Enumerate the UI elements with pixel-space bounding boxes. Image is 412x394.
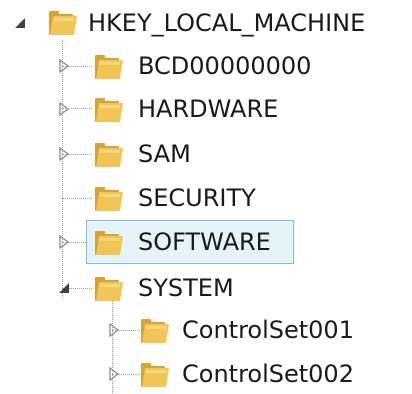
tree-node-controlset002[interactable]: ControlSet002 [0, 354, 412, 394]
folder-icon [48, 8, 78, 36]
folder-icon [94, 52, 124, 80]
tree-node-hkey-local-machine[interactable]: HKEY_LOCAL_MACHINE [0, 3, 412, 43]
collapsed-arrow-icon[interactable] [56, 146, 72, 162]
tree-node-label: SECURITY [138, 184, 256, 212]
tree-node-label: HARDWARE [138, 95, 279, 123]
folder-icon [94, 140, 124, 168]
tree-node-controlset001[interactable]: ControlSet001 [0, 310, 412, 350]
tree-node-software[interactable]: SOFTWARE [0, 222, 412, 262]
folder-icon [94, 184, 124, 212]
folder-icon [94, 228, 124, 256]
tree-node-hardware[interactable]: HARDWARE [0, 89, 412, 129]
tree-node-label: ControlSet002 [182, 360, 354, 388]
collapsed-arrow-icon[interactable] [56, 234, 72, 250]
tree-node-bcd00000000[interactable]: BCD00000000 [0, 46, 412, 86]
tree-node-label: ControlSet001 [182, 316, 354, 344]
folder-icon [140, 360, 170, 388]
collapsed-arrow-icon[interactable] [56, 58, 72, 74]
expanded-arrow-icon[interactable] [12, 15, 28, 31]
collapsed-arrow-icon[interactable] [56, 101, 72, 117]
folder-icon [94, 95, 124, 123]
tree-node-label: BCD00000000 [138, 52, 312, 80]
tree-node-label: SYSTEM [138, 274, 234, 302]
collapsed-arrow-icon[interactable] [106, 322, 122, 338]
tree-node-label: HKEY_LOCAL_MACHINE [88, 9, 366, 37]
collapsed-arrow-icon[interactable] [106, 366, 122, 382]
folder-icon [140, 316, 170, 344]
tree-node-sam[interactable]: SAM [0, 134, 412, 174]
tree-node-security[interactable]: SECURITY [0, 178, 412, 218]
tree-node-system[interactable]: SYSTEM [0, 268, 412, 308]
expanded-arrow-icon[interactable] [56, 280, 72, 296]
tree-node-label: SOFTWARE [138, 228, 271, 256]
tree-node-label: SAM [138, 140, 191, 168]
folder-icon [94, 274, 124, 302]
registry-tree: HKEY_LOCAL_MACHINE BCD00000000 HARDWARE … [0, 0, 412, 394]
